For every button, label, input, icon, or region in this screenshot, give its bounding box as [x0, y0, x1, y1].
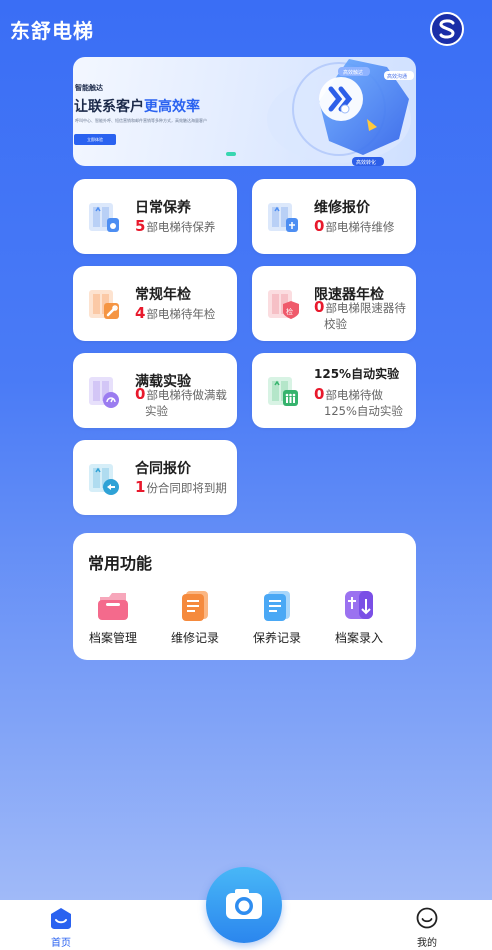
camera-button[interactable]: [206, 867, 282, 943]
tab-home-label: 首页: [51, 938, 71, 949]
card-title: 维修报价: [314, 200, 370, 216]
tab-mine[interactable]: 我的: [397, 904, 457, 949]
repair-record-icon: [182, 591, 208, 621]
svg-text:高效转化: 高效转化: [356, 159, 376, 166]
function-archive-management[interactable]: 档案管理: [78, 587, 148, 647]
banner-illustration: 高效触达 高效沟通 高效转化: [267, 59, 414, 166]
card-status: 5部电梯待保养: [135, 217, 216, 235]
function-label: 档案录入: [334, 631, 383, 645]
app-title: 东舒电梯: [10, 19, 94, 43]
svg-text:检: 检: [286, 307, 293, 316]
banner-small-text: 智能触达: [75, 84, 103, 92]
function-maintenance-records[interactable]: 保养记录: [242, 587, 312, 647]
speed-governor-icon: 检: [268, 290, 299, 319]
banner-headline: 让联系客户更高效率: [74, 99, 200, 115]
camera-icon: [226, 889, 262, 919]
card-status: 0部电梯待做满载 实验: [135, 385, 227, 418]
s-logo-icon[interactable]: [430, 12, 464, 46]
profile-smile-icon: [416, 907, 438, 929]
auto-test-icon: [268, 377, 298, 406]
card-contract-quote[interactable]: 合同报价 1份合同即将到期: [73, 440, 237, 515]
card-title: 常规年检: [135, 287, 191, 303]
card-title: 125%自动实验: [314, 367, 400, 381]
card-daily-maintenance[interactable]: 日常保养 5部电梯待保养: [73, 179, 237, 254]
card-repair-quote[interactable]: 维修报价 0部电梯待维修: [252, 179, 416, 254]
wrench-inspection-icon: [89, 290, 119, 319]
full-load-icon: [89, 377, 119, 408]
card-auto-test-125[interactable]: 125%自动实验 0部电梯待做 125%自动实验: [252, 353, 416, 428]
function-label: 保养记录: [252, 631, 301, 645]
svg-text:高效沟通: 高效沟通: [387, 73, 407, 80]
contract-icon: [89, 464, 119, 495]
function-repair-records[interactable]: 维修记录: [160, 587, 230, 647]
card-title: 合同报价: [135, 461, 191, 477]
archive-manage-icon: [98, 593, 128, 620]
promo-banner[interactable]: 智能触达 让联系客户更高效率 呼叫中心、智能外呼、短信营销和邮件营销等多种方式，…: [73, 57, 416, 166]
banner-button[interactable]: 立即体验: [74, 134, 116, 145]
card-full-load-test[interactable]: 满载实验 0部电梯待做满载 实验: [73, 353, 237, 428]
elevator-maintenance-icon: [89, 203, 119, 232]
home-icon: [51, 908, 71, 929]
card-annual-inspection[interactable]: 常规年检 4部电梯待年检: [73, 266, 237, 341]
svg-text:高效触达: 高效触达: [343, 69, 363, 76]
function-archive-entry[interactable]: 档案录入: [324, 587, 394, 647]
banner-indicator: [226, 152, 236, 156]
function-label: 档案管理: [88, 631, 137, 645]
header: 东舒电梯: [0, 0, 492, 58]
elevator-repair-icon: [268, 203, 298, 232]
archive-entry-icon: [345, 591, 373, 619]
maintenance-record-icon: [264, 591, 290, 621]
card-speed-governor-inspection[interactable]: 检 限速器年检 0部电梯限速器待 校验: [252, 266, 416, 341]
card-status: 1份合同即将到期: [135, 478, 227, 496]
card-title: 日常保养: [135, 200, 191, 216]
tab-mine-label: 我的: [417, 938, 437, 949]
card-status: 0部电梯待维修: [314, 217, 395, 235]
banner-description: 呼叫中心、智能外呼、短信营销和邮件营销等多种方式，高效触达海量客户: [75, 118, 207, 123]
common-functions-panel: 常用功能 档案管理 维修记录 保养记录 档案录入: [73, 533, 416, 660]
card-status: 4部电梯待年检: [135, 304, 216, 322]
tab-home[interactable]: 首页: [31, 904, 91, 949]
section-title: 常用功能: [88, 554, 153, 573]
card-status: 0部电梯待做 125%自动实验: [314, 385, 403, 418]
function-label: 维修记录: [170, 631, 219, 645]
card-status: 0部电梯限速器待 校验: [314, 298, 406, 331]
